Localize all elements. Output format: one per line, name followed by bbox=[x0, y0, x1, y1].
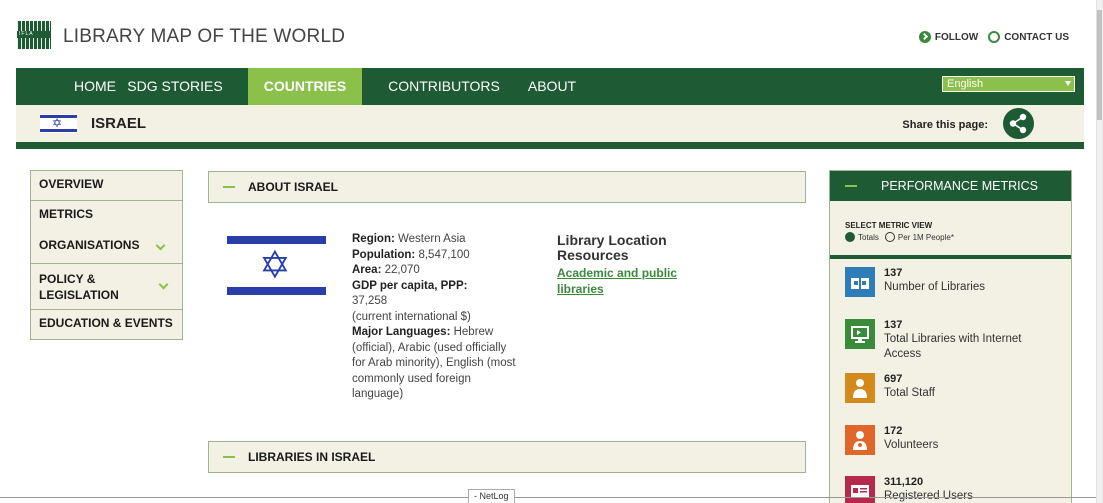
chat-bubble-icon bbox=[988, 31, 1001, 43]
computer-monitor-icon bbox=[845, 319, 875, 349]
nav-about[interactable]: ABOUT bbox=[522, 68, 582, 105]
israel-flag-image: ✡ bbox=[227, 236, 326, 297]
sidebar-menu: OVERVIEW METRICS ORGANISATIONS POLICY & … bbox=[30, 170, 183, 340]
nav-contributors[interactable]: CONTRIBUTORS bbox=[382, 68, 506, 105]
performance-metrics-panel: PERFORMANCE METRICS SELECT METRIC VIEW T… bbox=[829, 170, 1072, 503]
libraries-section-header[interactable]: LIBRARIES IN ISRAEL bbox=[208, 441, 806, 473]
sidebar-item-education-events[interactable]: EDUCATION & EVENTS bbox=[30, 309, 183, 340]
metric-view-options: Totals Per 1M People* bbox=[845, 232, 954, 242]
staff-person-icon bbox=[845, 373, 875, 403]
follow-arrow-icon bbox=[918, 31, 931, 43]
ifla-logo[interactable]: IFLA bbox=[17, 21, 51, 49]
metric-number-of-libraries: 137 Number of Libraries bbox=[845, 267, 1060, 307]
site-title[interactable]: LIBRARY MAP OF THE WORLD bbox=[63, 26, 345, 48]
nav-sdg-stories[interactable]: SDG STORIES bbox=[121, 68, 229, 105]
sidebar-item-policy-legislation[interactable]: POLICY & LEGISLATION bbox=[30, 263, 183, 310]
sidebar-item-overview[interactable]: OVERVIEW bbox=[30, 170, 183, 201]
country-facts: Region: Western Asia Population: 8,547,1… bbox=[352, 233, 516, 400]
library-building-icon bbox=[845, 267, 875, 297]
sidebar-group: METRICS ORGANISATIONS bbox=[30, 200, 183, 264]
sidebar-item-metrics[interactable]: METRICS bbox=[31, 201, 182, 232]
metric-volunteers: 172 Volunteers bbox=[845, 425, 1060, 465]
country-bar-divider bbox=[16, 142, 1084, 149]
metric-registered-users: 311,120 Registered Users bbox=[845, 476, 1060, 503]
netlog-tab[interactable]: - NetLog bbox=[468, 489, 515, 503]
collapse-icon bbox=[223, 456, 235, 458]
dropdown-caret-icon bbox=[1065, 81, 1071, 86]
per-1m-radio[interactable] bbox=[884, 232, 895, 242]
metrics-header[interactable]: PERFORMANCE METRICS bbox=[830, 171, 1071, 201]
chevron-down-icon bbox=[158, 279, 169, 290]
nav-countries[interactable]: COUNTRIES bbox=[248, 68, 362, 105]
library-location-resources: Library Location Resources Academic and … bbox=[557, 233, 717, 297]
country-bar: ✡ ISRAEL Share this page: bbox=[16, 105, 1084, 142]
academic-public-libraries-link[interactable]: Academic and public libraries bbox=[557, 265, 717, 297]
id-card-icon bbox=[845, 476, 875, 503]
sidebar-item-organisations[interactable]: ORGANISATIONS bbox=[31, 232, 182, 263]
main-nav: HOME SDG STORIES COUNTRIES CONTRIBUTORS … bbox=[16, 68, 1084, 105]
language-select[interactable]: English bbox=[942, 76, 1075, 92]
totals-radio[interactable] bbox=[845, 232, 855, 242]
metric-total-staff: 697 Total Staff bbox=[845, 373, 1060, 413]
devtools-divider bbox=[0, 497, 1096, 498]
metric-libraries-internet: 137 Total Libraries with Internet Access bbox=[845, 319, 1060, 360]
share-icon bbox=[1009, 113, 1027, 134]
about-section-header[interactable]: ABOUT ISRAEL bbox=[208, 171, 806, 203]
site-header: IFLA LIBRARY MAP OF THE WORLD FOLLOW CON… bbox=[0, 0, 1096, 67]
israel-flag-icon: ✡ bbox=[40, 114, 77, 133]
follow-link[interactable]: FOLLOW bbox=[918, 31, 978, 43]
page-scrollbar-thumb[interactable] bbox=[1097, 10, 1102, 120]
metrics-divider bbox=[830, 255, 1071, 259]
resources-title: Library Location Resources bbox=[557, 232, 667, 263]
collapse-icon bbox=[845, 185, 857, 187]
share-button[interactable] bbox=[1003, 108, 1034, 139]
volunteer-person-icon bbox=[845, 425, 875, 455]
collapse-icon bbox=[223, 186, 235, 188]
contact-us-link[interactable]: CONTACT US bbox=[988, 31, 1069, 43]
metric-view-label: SELECT METRIC VIEW bbox=[845, 221, 933, 230]
chevron-down-icon bbox=[155, 240, 166, 251]
country-title: ISRAEL bbox=[91, 115, 147, 132]
share-label: Share this page: bbox=[902, 119, 988, 131]
